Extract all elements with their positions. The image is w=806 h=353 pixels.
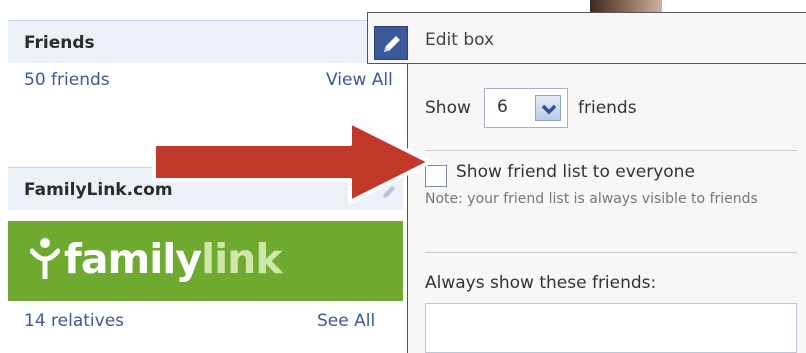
friends-label: friends [578, 98, 637, 118]
friends-box-title: Friends [24, 33, 95, 53]
divider [425, 150, 797, 151]
edit-box-title: Edit box [425, 30, 495, 50]
profile-photo[interactable] [590, 0, 662, 12]
edit-box-body: Show 6 friends Show friend list to every… [407, 64, 806, 353]
friend-count-value: 6 [497, 97, 508, 117]
pencil-icon [384, 36, 400, 52]
friends-count-link[interactable]: 50 friends [24, 70, 110, 90]
divider [425, 252, 797, 253]
familylink-logo: familylink [64, 235, 283, 283]
relatives-link[interactable]: 14 relatives [24, 311, 124, 331]
familylink-logo-icon [30, 238, 60, 279]
friend-count-select[interactable]: 6 [484, 88, 568, 128]
always-show-friends-input[interactable] [425, 303, 797, 353]
visibility-note: Note: your friend list is always visible… [425, 191, 758, 207]
familylink-banner[interactable]: familylink [8, 221, 403, 301]
arrow-right-icon [152, 120, 432, 204]
edit-box-header: Edit box [367, 12, 806, 64]
chevron-down-icon[interactable] [535, 95, 561, 121]
logo-text-family: family [64, 235, 202, 283]
edit-box-button[interactable] [374, 26, 408, 60]
always-show-label: Always show these friends: [425, 273, 657, 293]
friends-box-header: Friends [8, 20, 403, 63]
show-friend-list-label[interactable]: Show friend list to everyone [456, 162, 695, 182]
logo-text-link: link [201, 235, 283, 283]
